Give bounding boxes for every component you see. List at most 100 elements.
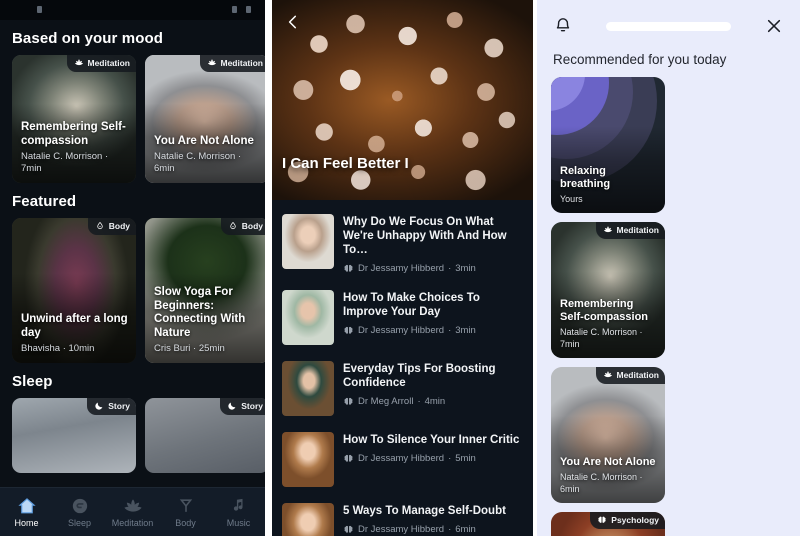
brain-icon <box>344 397 353 405</box>
episode-meta: Dr Jessamy Hibberd · 3min <box>343 325 523 336</box>
card-text: Remembering Self-compassion Natalie C. M… <box>560 298 658 350</box>
brain-icon <box>598 516 606 523</box>
status-bar <box>0 0 265 20</box>
episode-row[interactable]: Why Do We Focus On What We're Unhappy Wi… <box>272 206 533 282</box>
card-sleep-story-2[interactable]: Story <box>145 398 265 473</box>
meta-separator: · <box>417 396 421 407</box>
status-bar-battery-icon <box>246 6 251 13</box>
episode-duration: 5min <box>455 453 476 464</box>
badge-story: Story <box>220 398 265 415</box>
meta-separator: · <box>448 263 452 274</box>
brain-icon <box>344 326 353 334</box>
status-bar-left-indicator <box>37 6 42 13</box>
badge-label: Meditation <box>87 58 131 68</box>
brain-icon <box>344 525 353 533</box>
episode-author: Dr Jessamy Hibberd <box>358 325 445 336</box>
rec-card-remembering-self-compassion[interactable]: Meditation Remembering Self-compassion N… <box>551 222 665 358</box>
card-meta: Natalie C. Morrison · 6min <box>154 151 242 174</box>
meta-separator: · <box>448 453 452 464</box>
episode-thumbnail <box>282 361 334 416</box>
card-title: Remembering Self-compassion <box>21 121 126 147</box>
meta-separator: · <box>448 524 452 535</box>
card-title: Relaxing breathing <box>560 164 611 190</box>
lotus-icon <box>74 59 83 66</box>
nav-item-home[interactable]: Home <box>1 496 53 528</box>
card-row-sleep[interactable]: Story Story <box>0 398 265 473</box>
bell-icon[interactable] <box>553 16 573 36</box>
card-unwind-after-a-long-day[interactable]: Body Unwind after a long day Bhavisha · … <box>12 218 136 363</box>
card-you-are-not-alone[interactable]: Meditation You Are Not Alone Natalie C. … <box>145 55 265 183</box>
nav-item-body[interactable]: Body <box>160 496 212 528</box>
badge-body: Body <box>87 218 136 235</box>
card-title: Remembering Self-compassion <box>560 298 649 323</box>
home-feed-panel: Based on your mood Meditation Rememberin… <box>0 0 265 536</box>
badge-label: Story <box>241 401 263 411</box>
lotus-icon <box>603 371 612 378</box>
hero-image-section: I Can Feel Better I <box>272 0 533 200</box>
card-remembering-self-compassion[interactable]: Meditation Remembering Self-compassion N… <box>12 55 136 183</box>
episode-duration: 3min <box>455 325 476 336</box>
episode-author: Dr Jessamy Hibberd <box>358 524 445 535</box>
episode-list[interactable]: Why Do We Focus On What We're Unhappy Wi… <box>272 200 533 536</box>
droplet-icon <box>230 221 236 230</box>
bottom-navigation-bar[interactable]: Home Sleep Meditation Body Music <box>0 487 265 536</box>
episode-title: Everyday Tips For Boosting Confidence <box>343 363 496 389</box>
episode-title: How To Silence Your Inner Critic <box>343 434 520 446</box>
badge-psychology: Psychology <box>590 512 665 529</box>
section-title-mood: Based on your mood <box>12 30 163 47</box>
nav-label-body: Body <box>175 518 196 528</box>
episode-row[interactable]: Everyday Tips For Boosting Confidence Dr… <box>272 353 533 424</box>
card-row-featured[interactable]: Body Unwind after a long day Bhavisha · … <box>0 218 265 363</box>
badge-story: Story <box>87 398 136 415</box>
badge-label: Meditation <box>616 370 660 380</box>
nav-item-music[interactable]: Music <box>213 496 265 528</box>
episode-thumbnail <box>282 290 334 345</box>
card-slow-yoga-for-beginners[interactable]: Body Slow Yoga For Beginners: Connecting… <box>145 218 265 363</box>
nav-label-home: Home <box>14 518 39 528</box>
card-title: You Are Not Alone <box>154 134 254 147</box>
lotus-icon <box>207 59 216 66</box>
card-meta: Yours <box>560 193 583 204</box>
badge-meditation: Meditation <box>199 55 265 72</box>
nav-item-meditation[interactable]: Meditation <box>107 496 159 528</box>
sheet-drag-handle[interactable] <box>606 21 731 31</box>
music-icon <box>233 498 243 511</box>
card-meta: Natalie C. Morrison · 7min <box>21 151 109 174</box>
episode-body: Everyday Tips For Boosting Confidence Dr… <box>343 361 523 407</box>
card-meta: Bhavisha · 10min <box>21 343 95 354</box>
card-meta: Natalie C. Morrison · 6min <box>560 472 643 494</box>
badge-meditation: Meditation <box>595 222 665 239</box>
badge-label: Story <box>108 401 130 411</box>
episode-row[interactable]: How To Make Choices To Improve Your Day … <box>272 282 533 353</box>
episode-title: Why Do We Focus On What We're Unhappy Wi… <box>343 216 507 256</box>
episode-meta: Dr Jessamy Hibberd · 5min <box>343 453 523 464</box>
home-icon <box>17 498 36 514</box>
card-meta: Natalie C. Morrison · 7min <box>560 327 643 349</box>
moon-icon <box>228 402 236 410</box>
lotus-icon <box>123 499 142 512</box>
rec-card-relaxing-breathing[interactable]: Relaxing breathing Yours <box>551 77 665 213</box>
episode-author: Dr Jessamy Hibberd <box>358 263 445 274</box>
episode-row[interactable]: 5 Ways To Manage Self-Doubt Dr Jessamy H… <box>272 495 533 536</box>
episode-row[interactable]: How To Silence Your Inner Critic Dr Jess… <box>272 424 533 495</box>
hero-title: I Can Feel Better I <box>282 155 409 172</box>
card-text: Relaxing breathing Yours <box>560 165 658 206</box>
card-sleep-story-1[interactable]: Story <box>12 398 136 473</box>
rec-card-how-to-deal-with-social-anxiety[interactable]: Psychology How To Deal With Social Anxie… <box>551 512 665 536</box>
collection-detail-panel: I Can Feel Better I Why Do We Focus On W… <box>265 0 533 536</box>
rec-card-you-are-not-alone[interactable]: Meditation You Are Not Alone Natalie C. … <box>551 367 665 503</box>
card-text: You Are Not Alone Natalie C. Morrison · … <box>560 456 658 495</box>
nav-label-music: Music <box>226 518 251 528</box>
close-icon[interactable] <box>764 16 784 36</box>
sleep-icon <box>72 498 87 514</box>
recommended-card-grid[interactable]: Relaxing breathing Yours Meditation Reme… <box>537 77 800 536</box>
back-button[interactable] <box>283 12 303 32</box>
episode-thumbnail <box>282 214 334 269</box>
home-scroll-area[interactable]: Based on your mood Meditation Rememberin… <box>0 20 265 536</box>
section-title-sleep: Sleep <box>12 373 53 390</box>
nav-label-sleep: Sleep <box>67 518 92 528</box>
nav-item-sleep[interactable]: Sleep <box>54 496 106 528</box>
card-row-mood[interactable]: Meditation Remembering Self-compassion N… <box>0 55 265 183</box>
body-icon <box>179 499 192 512</box>
nav-label-meditation: Meditation <box>111 518 154 528</box>
